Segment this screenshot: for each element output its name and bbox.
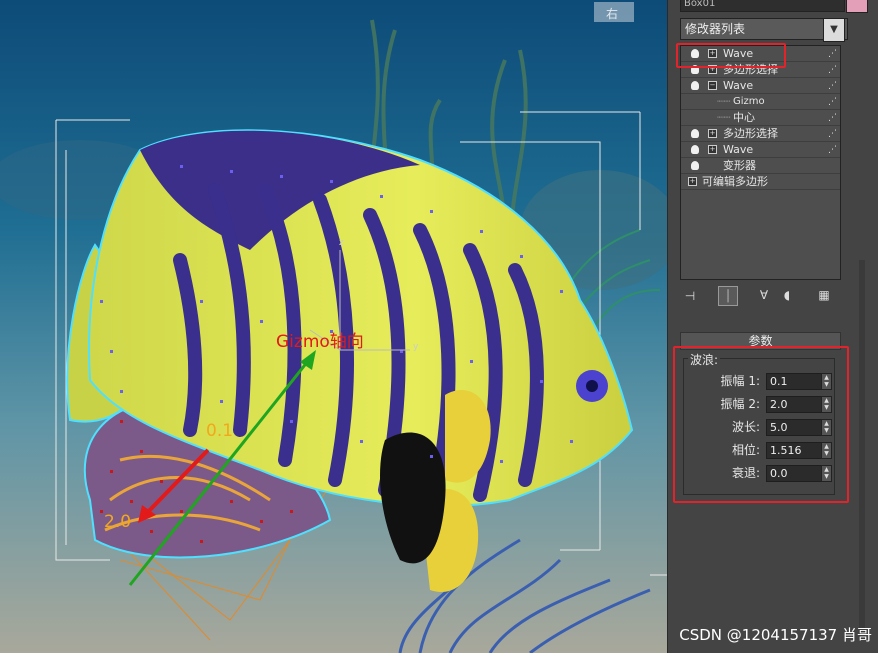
expand-plus-icon[interactable]: +: [708, 145, 717, 154]
show-end-result-icon[interactable]: ⏐: [718, 286, 738, 306]
stack-item-editable-poly[interactable]: + 可编辑多边形: [681, 174, 840, 190]
light-bulb-icon[interactable]: [691, 129, 699, 138]
axis-y-label: y: [413, 342, 419, 352]
stack-item-label: 变形器: [723, 159, 756, 172]
stack-item-wave-expanded[interactable]: − Wave ⋰: [681, 78, 840, 94]
make-unique-icon[interactable]: ∀: [755, 286, 773, 304]
collapse-minus-icon[interactable]: −: [708, 81, 717, 90]
stack-item-label: 多边形选择: [723, 127, 778, 140]
stack-subitem-gizmo[interactable]: ┈┈ Gizmo ⋰: [681, 94, 840, 110]
stack-toolbar: ⊣ ⏐ ∀ ◖ ▦: [680, 284, 840, 306]
stack-item-poly-select-2[interactable]: + 多边形选择 ⋰: [681, 126, 840, 142]
dots-icon: ⋰: [828, 145, 837, 155]
object-name-field[interactable]: Box01: [680, 0, 845, 12]
pin-stack-icon[interactable]: ⊣: [680, 286, 700, 306]
dots-icon: ⋰: [828, 97, 837, 107]
viewcube[interactable]: 右: [606, 5, 618, 22]
panel-scrollbar[interactable]: [859, 260, 865, 640]
gizmo-axis-label: Gizmo轴向: [276, 332, 364, 352]
command-panel: Box01 修改器列表 ▼ + Wave ⋰ + 多边形选择 ⋰ − Wave …: [667, 0, 878, 653]
stack-item-label: Gizmo: [733, 96, 765, 107]
stack-item-label: 中心: [733, 111, 755, 124]
watermark: CSDN @1204157137 肖哥: [679, 626, 872, 644]
configure-sets-icon[interactable]: ▦: [815, 286, 833, 304]
highlight-wave-modifier: [676, 43, 786, 68]
stack-item-label: Wave: [723, 143, 754, 156]
light-bulb-icon[interactable]: [691, 81, 699, 90]
amplitude2-label: 2.0: [104, 512, 132, 532]
stack-item-morpher[interactable]: 变形器: [681, 158, 840, 174]
viewport[interactable]: Gizmo轴向 0.1 2.0 z y 右: [0, 0, 667, 653]
expand-plus-icon[interactable]: +: [688, 177, 697, 186]
dots-icon: ⋰: [828, 113, 837, 123]
stack-item-label: Wave: [723, 79, 754, 92]
light-bulb-icon[interactable]: [691, 145, 699, 154]
chevron-down-icon[interactable]: ▼: [823, 18, 845, 42]
light-bulb-icon[interactable]: [691, 161, 699, 170]
dots-icon: ⋰: [828, 81, 837, 91]
stack-item-wave-bottom[interactable]: + Wave ⋰: [681, 142, 840, 158]
remove-modifier-icon[interactable]: ◖: [778, 286, 796, 304]
dots-icon: ⋰: [828, 49, 837, 59]
dots-icon: ⋰: [828, 65, 837, 75]
axis-z-label: z: [339, 238, 344, 248]
dots-icon: ⋰: [828, 129, 837, 139]
highlight-wave-parameters: [673, 346, 849, 503]
stack-subitem-center[interactable]: ┈┈ 中心 ⋰: [681, 110, 840, 126]
modifier-stack[interactable]: + Wave ⋰ + 多边形选择 ⋰ − Wave ⋰ ┈┈ Gizmo ⋰ ┈…: [680, 45, 841, 280]
expand-plus-icon[interactable]: +: [708, 129, 717, 138]
stack-item-label: 可编辑多边形: [702, 175, 768, 188]
amplitude1-label: 0.1: [206, 421, 234, 441]
object-color-swatch[interactable]: [846, 0, 868, 13]
